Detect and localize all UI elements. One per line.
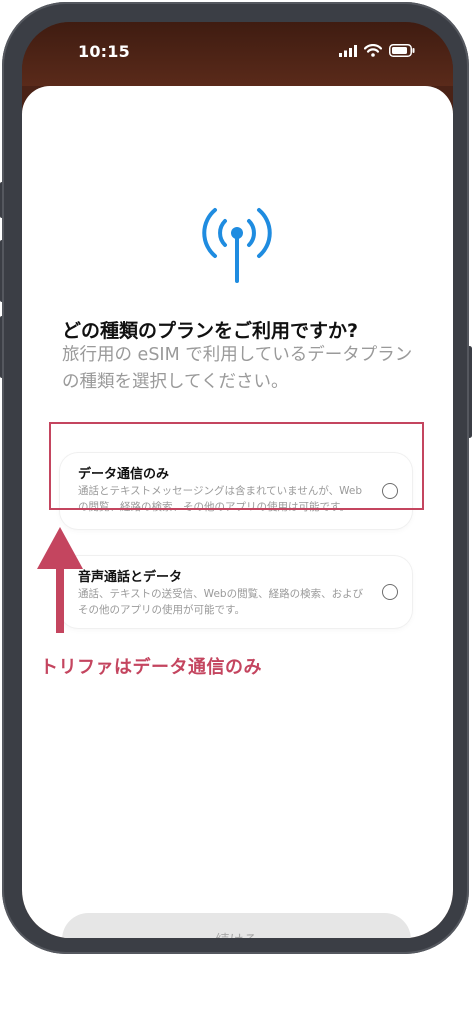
plan-question-title: どの種類のプランをご利用ですか? xyxy=(62,320,359,342)
bottom-sheet: どの種類のプランをご利用ですか? 旅行用の eSIM で利用しているデータプラン… xyxy=(22,86,453,938)
battery-icon xyxy=(389,44,415,57)
option-title: 音声通話とデータ xyxy=(78,570,183,585)
continue-button[interactable]: 続ける xyxy=(62,913,411,938)
highlight-box xyxy=(49,422,424,510)
wifi-icon xyxy=(364,44,382,57)
plan-question-subtitle: 旅行用の eSIM で利用しているデータプランの種類を選択してください。 xyxy=(62,345,413,392)
option-voice-and-data[interactable]: 音声通話とデータ 通話、テキストの送受信、Webの閲覧、経路の検索、およびその他… xyxy=(60,556,412,628)
page: 10:15 どの種類のプランをご利用ですか? 旅行用の eSIM で利用している… xyxy=(0,0,473,1024)
arrow-up-icon xyxy=(37,527,83,633)
cellular-signal-icon xyxy=(339,44,357,57)
status-icons xyxy=(339,44,415,57)
annotation-note: トリファはデータ通信のみ xyxy=(40,657,262,678)
radio-button[interactable] xyxy=(382,584,398,600)
status-bar: 10:15 xyxy=(22,22,453,86)
option-description: 通話、テキストの送受信、Webの閲覧、経路の検索、およびその他のアプリの使用が可… xyxy=(78,588,364,616)
status-time: 10:15 xyxy=(78,42,130,61)
antenna-signal-icon xyxy=(202,208,272,283)
